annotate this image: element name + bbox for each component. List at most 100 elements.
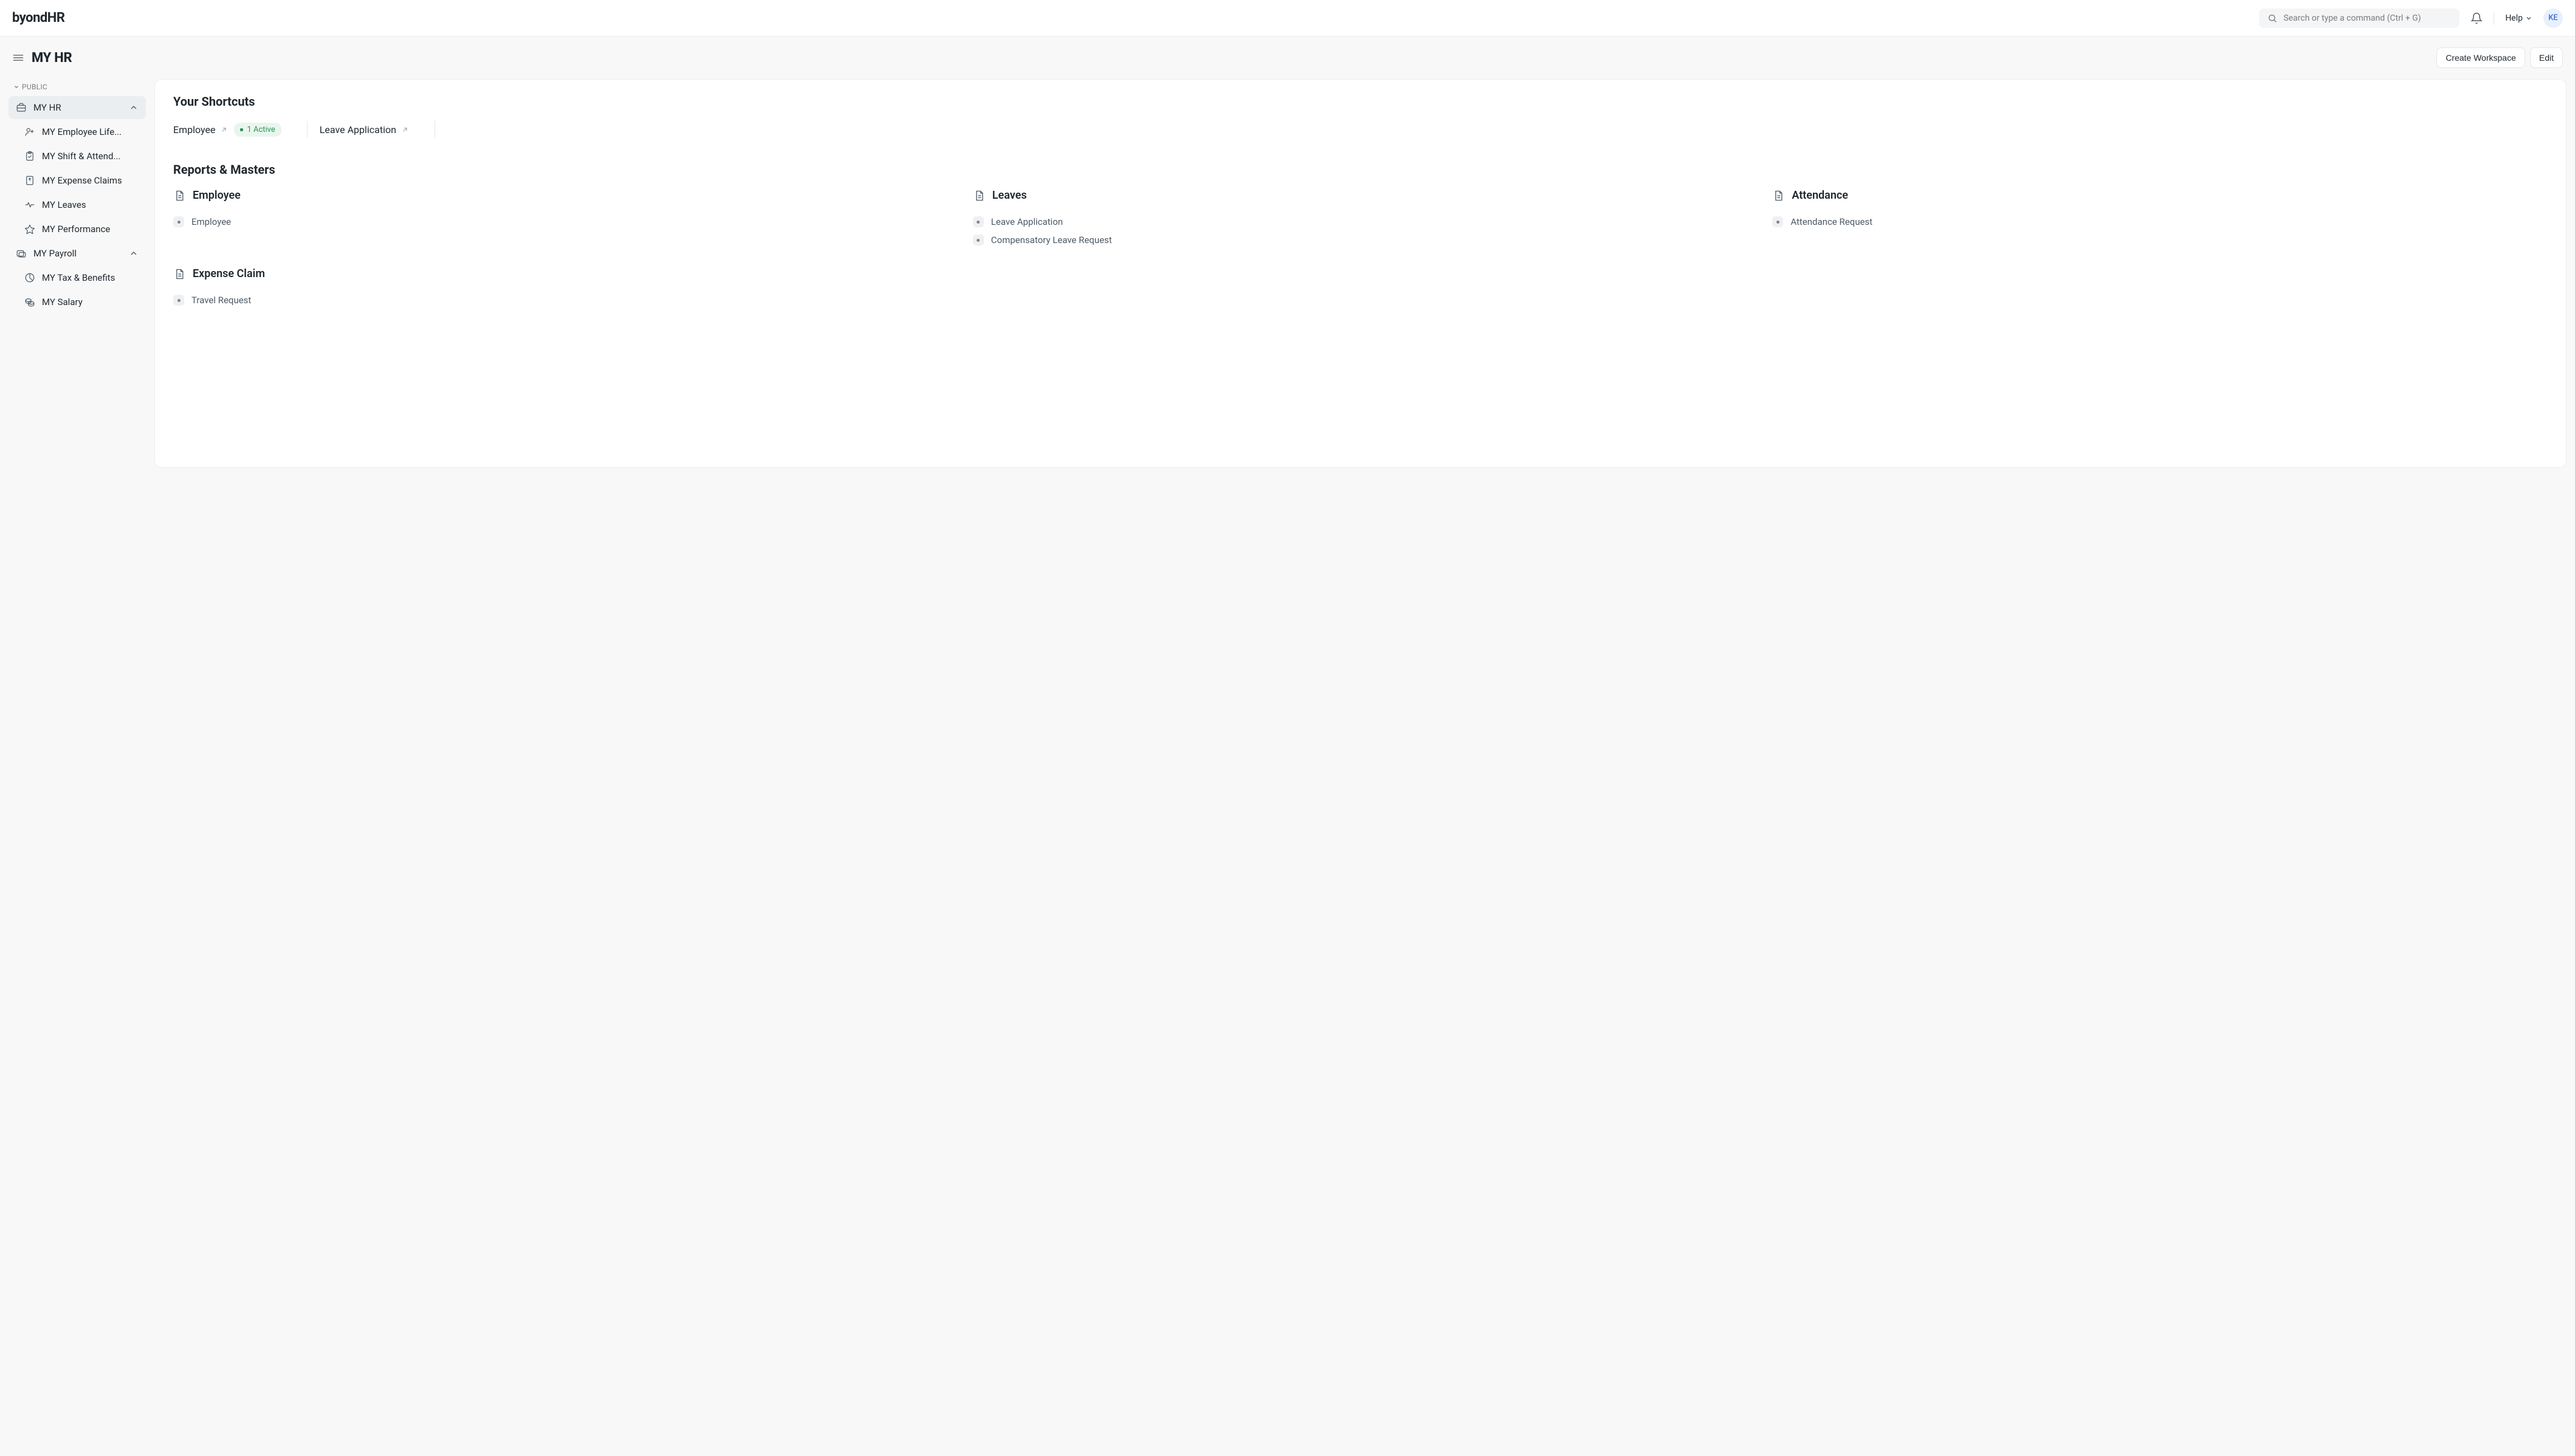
- shortcut: Employee 1 Active: [173, 123, 295, 137]
- sidebar-item-label: MY Leaves: [42, 199, 139, 210]
- sidebar-item-label: MY Expense Claims: [42, 175, 139, 186]
- shortcut: Leave Application: [320, 124, 422, 136]
- card-item-employee[interactable]: Employee: [173, 213, 949, 231]
- cards-grid: Employee Employee Leaves Leave Application C…: [173, 189, 2548, 309]
- user-plus-icon: [24, 126, 35, 137]
- bullet-icon: [973, 216, 984, 227]
- card-item-attendance-request[interactable]: Attendance Request: [1772, 213, 2548, 231]
- create-workspace-button[interactable]: Create Workspace: [2436, 47, 2525, 68]
- card-item-travel-request[interactable]: Travel Request: [173, 291, 949, 309]
- sidebar-item-my-expense-claims[interactable]: MY Expense Claims: [9, 169, 146, 192]
- arrow-upright-icon: [220, 126, 228, 134]
- card-employee: Employee Employee: [173, 189, 949, 249]
- card-title: Leaves: [992, 189, 1027, 202]
- coins-icon: [24, 297, 35, 307]
- card-item-compensatory-leave-request[interactable]: Compensatory Leave Request: [973, 231, 1748, 249]
- sidebar-item-my-tax-benefits[interactable]: MY Tax & Benefits: [9, 266, 146, 289]
- bullet-icon: [173, 295, 184, 306]
- chart-icon: [24, 272, 35, 283]
- card-header: Employee: [173, 189, 949, 202]
- card-attendance: Attendance Attendance Request: [1772, 189, 2548, 249]
- document-icon: [173, 190, 185, 202]
- page-header: MY HR Create Workspace Edit: [0, 36, 2575, 79]
- card-item-leave-application[interactable]: Leave Application: [973, 213, 1748, 231]
- help-menu[interactable]: Help: [2505, 13, 2532, 23]
- card-title: Employee: [193, 189, 241, 202]
- sidebar-item-label: MY Employee Life...: [42, 126, 139, 137]
- layout: PUBLIC MY HR MY Employee Life... MY Shift …: [0, 79, 2575, 480]
- sidebar-item-label: MY Salary: [42, 297, 139, 307]
- document-icon: [1772, 190, 1784, 202]
- sidebar-section-public[interactable]: PUBLIC: [9, 79, 146, 95]
- navbar: byondHR Search or type a command (Ctrl +…: [0, 0, 2575, 36]
- shortcuts-heading: Your Shortcuts: [173, 94, 2548, 109]
- notifications-button[interactable]: [2470, 12, 2483, 24]
- shortcut-link-leave-application[interactable]: Leave Application: [320, 124, 409, 136]
- document-icon: [173, 268, 185, 280]
- card-title: Attendance: [1792, 189, 1848, 202]
- sidebar-toggle[interactable]: [12, 52, 24, 64]
- document-icon: [973, 190, 985, 202]
- card-item-label: Compensatory Leave Request: [991, 235, 1112, 246]
- heartbeat-icon: [24, 199, 35, 210]
- briefcase-icon: [16, 102, 27, 113]
- sidebar-item-label: MY HR: [33, 102, 122, 113]
- reports-heading: Reports & Masters: [173, 162, 2548, 177]
- status-badge: 1 Active: [234, 123, 281, 137]
- search-input[interactable]: Search or type a command (Ctrl + G): [2259, 9, 2460, 28]
- user-avatar[interactable]: KE: [2543, 9, 2563, 28]
- star-icon: [24, 224, 35, 235]
- payroll-icon: [16, 248, 27, 259]
- search-icon: [2267, 13, 2277, 23]
- card-title: Expense Claim: [193, 267, 265, 280]
- help-label: Help: [2505, 13, 2523, 23]
- sidebar-item-my-leaves[interactable]: MY Leaves: [9, 193, 146, 216]
- chevron-up-icon: [129, 103, 139, 112]
- arrow-upright-icon: [401, 126, 409, 134]
- main-content: Your Shortcuts Employee 1 Active Leave App…: [154, 79, 2566, 468]
- sidebar-item-label: MY Tax & Benefits: [42, 272, 139, 283]
- card-item-label: Attendance Request: [1790, 216, 1872, 227]
- sidebar-item-label: MY Payroll: [33, 248, 122, 259]
- bell-icon: [2470, 12, 2483, 24]
- sidebar-item-my-performance[interactable]: MY Performance: [9, 218, 146, 241]
- clipboard-check-icon: [24, 151, 35, 162]
- sidebar: PUBLIC MY HR MY Employee Life... MY Shift …: [9, 79, 146, 314]
- sidebar-item-my-payroll[interactable]: MY Payroll: [9, 242, 146, 265]
- receipt-icon: [24, 175, 35, 186]
- brand-logo[interactable]: byondHR: [12, 10, 64, 26]
- sidebar-item-my-employee-life[interactable]: MY Employee Life...: [9, 120, 146, 143]
- card-leaves: Leaves Leave Application Compensatory Leav…: [973, 189, 1748, 249]
- shortcut-link-employee[interactable]: Employee: [173, 124, 228, 136]
- bullet-icon: [173, 216, 184, 227]
- navbar-right: Search or type a command (Ctrl + G) Help…: [2259, 9, 2563, 28]
- chevron-down-icon: [13, 84, 19, 90]
- shortcut-label: Leave Application: [320, 124, 396, 136]
- chevron-up-icon: [129, 249, 139, 258]
- sidebar-item-label: MY Performance: [42, 224, 139, 235]
- card-header: Leaves: [973, 189, 1748, 202]
- hamburger-icon: [12, 52, 24, 64]
- edit-button[interactable]: Edit: [2530, 47, 2563, 68]
- card-item-label: Travel Request: [191, 295, 251, 306]
- sidebar-item-label: MY Shift & Attend...: [42, 151, 139, 162]
- shortcuts-row: Employee 1 Active Leave Application: [173, 121, 2548, 138]
- bullet-icon: [973, 235, 984, 246]
- page-title: MY HR: [32, 50, 72, 66]
- card-item-label: Leave Application: [991, 216, 1063, 227]
- card-header: Expense Claim: [173, 267, 949, 280]
- bullet-icon: [1772, 216, 1783, 227]
- chevron-down-icon: [2525, 15, 2532, 22]
- sidebar-section-label-text: PUBLIC: [22, 83, 47, 91]
- shortcut-label: Employee: [173, 124, 215, 136]
- card-item-label: Employee: [191, 216, 231, 227]
- sidebar-item-my-hr[interactable]: MY HR: [9, 96, 146, 119]
- search-placeholder: Search or type a command (Ctrl + G): [2283, 13, 2421, 23]
- sidebar-item-my-salary[interactable]: MY Salary: [9, 290, 146, 314]
- card-header: Attendance: [1772, 189, 2548, 202]
- sidebar-item-my-shift-attend[interactable]: MY Shift & Attend...: [9, 145, 146, 168]
- page-header-actions: Create Workspace Edit: [2436, 47, 2563, 68]
- page-header-left: MY HR: [12, 50, 72, 66]
- shortcut-divider: [307, 121, 308, 138]
- card-expense-claim: Expense Claim Travel Request: [173, 267, 949, 309]
